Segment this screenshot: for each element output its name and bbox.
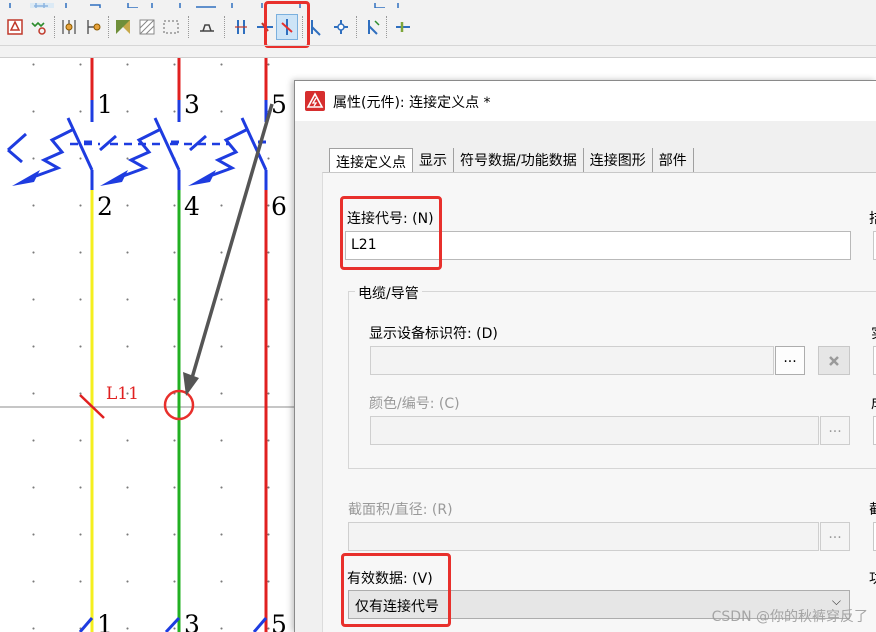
toolbar-separator <box>356 16 357 38</box>
line-break-icon[interactable] <box>392 14 414 40</box>
display-device-tag-input[interactable] <box>370 346 774 375</box>
macro-icon[interactable] <box>28 14 50 40</box>
schematic-drawing <box>0 58 300 632</box>
wire-label: L11 <box>106 384 139 404</box>
display-device-tag-label: 显示设备标识符: (D) <box>369 326 498 342</box>
terminal-label: 5 <box>271 610 287 632</box>
toolbar-separator <box>224 16 225 38</box>
tab-connection-definition-point[interactable]: 连接定义点 <box>329 148 413 172</box>
color-number-input[interactable] <box>370 416 819 445</box>
crossover-icon[interactable] <box>330 14 352 40</box>
insert-symbol-icon[interactable] <box>4 14 26 40</box>
cross-section-input[interactable] <box>348 522 819 551</box>
dialog-title: 属性(元件): 连接定义点 * <box>333 95 491 111</box>
terminal-label: 3 <box>184 90 200 119</box>
terminal-label: 1 <box>97 610 113 632</box>
toolbar-separator <box>54 16 55 38</box>
terminal-label: 4 <box>184 192 200 221</box>
toolbar-separator <box>188 16 189 38</box>
toolbar-separator <box>386 16 387 38</box>
color-number-browse-button[interactable]: ... <box>820 416 850 445</box>
color-number-label: 颜色/编号: (C) <box>369 396 460 412</box>
wire-junction-icon[interactable] <box>230 14 252 40</box>
clear-button[interactable] <box>818 346 850 375</box>
toolbar <box>0 0 876 58</box>
app-icon <box>305 91 325 111</box>
connection-code-highlight <box>340 196 442 270</box>
terminal-label: 1 <box>97 90 113 119</box>
toolbar-separator <box>108 16 109 38</box>
tab-connection-graphics[interactable]: 连接图形 <box>584 148 653 172</box>
toolbar-highlight-box <box>264 1 310 48</box>
breaker-symbol <box>7 100 268 190</box>
toolbar-divider <box>0 45 876 46</box>
dialog-title-bar[interactable]: 属性(元件): 连接定义点 * <box>295 81 876 121</box>
clipped-label: 成 <box>871 393 876 413</box>
terminal-icon[interactable] <box>58 14 80 40</box>
clipped-label: 截 <box>869 499 876 519</box>
terminal-label: 2 <box>97 192 113 221</box>
clipped-label: 实 <box>871 323 876 343</box>
clipped-label: 功 <box>869 568 876 588</box>
properties-dialog: 属性(元件): 连接定义点 * 连接定义点 显示 符号数据/功能数据 连接图形 … <box>294 80 876 632</box>
corner-icon[interactable] <box>362 14 384 40</box>
hatch-icon[interactable] <box>136 14 158 40</box>
potential-icon[interactable] <box>112 14 134 40</box>
terminal-label: 3 <box>184 610 200 632</box>
toolbar-row-top-icons <box>9 3 399 8</box>
schematic-canvas[interactable]: 1 3 5 2 4 6 1 3 5 L11 <box>0 58 300 632</box>
cross-section-label: 截面积/直径: (R) <box>348 502 453 518</box>
tab-parts[interactable]: 部件 <box>653 148 694 172</box>
terminal-label: 6 <box>271 192 287 221</box>
toolbar-row-top <box>0 0 430 8</box>
valid-data-highlight <box>341 553 451 627</box>
cross-section-browse-button[interactable]: ... <box>820 522 850 551</box>
close-icon <box>829 355 839 366</box>
terminal-label: 5 <box>271 90 287 119</box>
bridge-icon[interactable] <box>196 14 218 40</box>
clipped-label: 拮 <box>869 208 876 228</box>
tab-bar: 连接定义点 显示 符号数据/功能数据 连接图形 部件 <box>329 148 694 172</box>
cable-conduit-group-title: 电缆/导管 <box>355 283 422 303</box>
tab-symbol-function-data[interactable]: 符号数据/功能数据 <box>454 148 584 172</box>
frame-icon[interactable] <box>160 14 182 40</box>
connection-icon[interactable] <box>82 14 104 40</box>
tab-display[interactable]: 显示 <box>413 148 454 172</box>
display-device-tag-browse-button[interactable]: ... <box>775 346 805 375</box>
watermark: CSDN @你的秋裤穿反了 <box>711 609 868 625</box>
